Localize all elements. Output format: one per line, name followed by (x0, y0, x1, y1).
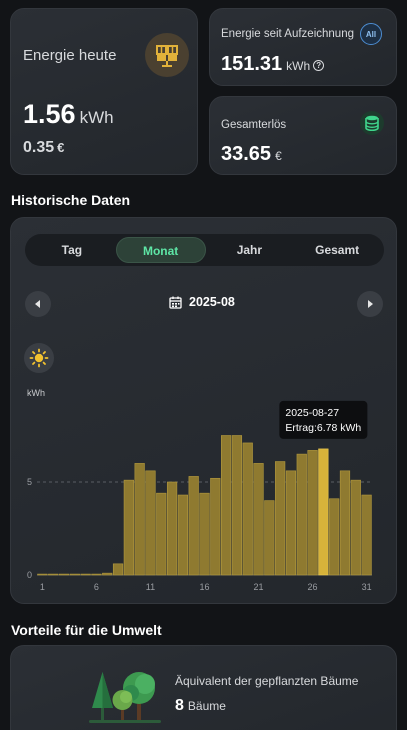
x-tick-label: 6 (94, 582, 99, 592)
trees-count: 8 Bäume (175, 697, 226, 715)
bar (102, 572, 113, 576)
solar-panel-icon (145, 33, 189, 77)
tab-year[interactable]: Jahr (206, 237, 294, 263)
bar (156, 492, 167, 576)
bar (69, 573, 80, 576)
date-picker[interactable]: 2025-08 (169, 295, 235, 309)
total-revenue-number: 33.65 (221, 143, 272, 165)
bar (112, 563, 124, 576)
bar (242, 442, 253, 576)
tooltip-value: Ertrag:6.78 kWh (285, 422, 361, 434)
bar (296, 453, 307, 576)
bar (80, 573, 91, 576)
x-tick-label: 31 (362, 582, 372, 592)
period-tabs: Tag Monat Jahr Gesamt (25, 234, 384, 266)
money-today-number: 0.35 (23, 139, 55, 156)
bar (134, 463, 145, 576)
energy-today-value: 1.56 kWh (23, 99, 114, 130)
total-energy-value: 151.31 kWh? (221, 53, 325, 76)
x-tick-label: 1 (40, 582, 45, 592)
help-icon[interactable]: ? (313, 60, 325, 71)
sun-icon[interactable] (24, 343, 54, 373)
energy-today-unit: kWh (79, 108, 114, 127)
total-revenue-unit: € (275, 149, 282, 163)
x-tick-label: 21 (254, 582, 264, 592)
selected-month: 2025-08 (189, 295, 235, 309)
environment-card: Äquivalent der gepflanzten Bäume 8 Bäume (10, 645, 397, 730)
bar (37, 573, 48, 576)
total-energy-unit: kWh (286, 59, 311, 73)
bar (145, 470, 156, 576)
chevron-right-icon (368, 300, 373, 308)
bar (318, 448, 329, 576)
energy-today-title: Energie heute (23, 47, 117, 64)
bar (307, 450, 318, 576)
monthly-energy-chart[interactable]: kWh051 6 11 16 21 26 312025-08-27Ertrag:6.78 k… (11, 378, 398, 593)
trees-label: Äquivalent der gepflanzten Bäume (175, 674, 359, 688)
money-today-unit: € (57, 140, 65, 155)
total-energy-number: 151.31 (221, 53, 283, 75)
history-section-title: Historische Daten (11, 192, 131, 208)
bar (361, 494, 372, 576)
x-tick-label: 16 (199, 582, 209, 592)
bar (91, 573, 102, 576)
environment-section-title: Vorteile für die Umwelt (11, 622, 162, 638)
y-tick-label: 0 (27, 570, 32, 580)
previous-month-button[interactable] (25, 291, 51, 317)
tab-day[interactable]: Tag (28, 237, 116, 263)
tooltip-date: 2025-08-27 (285, 407, 339, 419)
bar (199, 492, 210, 576)
bar (48, 573, 59, 576)
total-revenue-value: 33.65 € (221, 143, 282, 166)
y-axis-label: kWh (27, 388, 45, 398)
total-revenue-card: Gesamterlös 33.65 € (209, 96, 397, 175)
x-tick-label: 11 (146, 582, 155, 592)
total-energy-card: Energie seit Aufzeichnung All 151.31 kWh? (209, 8, 397, 86)
energy-today-card: Energie heute 1.56 kWh 0.35 € (10, 8, 198, 175)
bar (166, 481, 178, 576)
total-energy-label: Energie seit Aufzeichnung (221, 28, 354, 40)
bar (188, 476, 199, 576)
bar (177, 494, 188, 576)
bar (275, 461, 286, 576)
database-icon (360, 111, 384, 135)
all-badge-icon: All (360, 23, 382, 45)
bar (350, 479, 361, 576)
bar (123, 479, 134, 576)
trees-count-unit: Bäume (187, 699, 226, 713)
bar (329, 498, 340, 576)
bar (285, 470, 297, 576)
bar (264, 500, 275, 576)
trees-count-number: 8 (175, 697, 184, 714)
energy-today-number: 1.56 (23, 99, 76, 129)
bar (339, 470, 351, 576)
bar (221, 435, 232, 576)
tab-total[interactable]: Gesamt (293, 237, 381, 263)
x-tick-label: 26 (308, 582, 318, 592)
money-today-value: 0.35 € (23, 139, 64, 157)
next-month-button[interactable] (357, 291, 383, 317)
total-revenue-label: Gesamterlös (221, 119, 287, 131)
calendar-icon (169, 296, 182, 309)
bar (210, 477, 221, 576)
tab-month[interactable]: Monat (115, 237, 206, 263)
y-tick-label: 5 (27, 477, 32, 487)
bar (231, 435, 243, 576)
bar (253, 463, 264, 576)
chevron-left-icon (35, 300, 40, 308)
bar (58, 573, 70, 576)
history-card: Tag Monat Jahr Gesamt 2025-08 kWh 0 5 1 … (10, 217, 397, 604)
trees-icon (89, 666, 161, 729)
